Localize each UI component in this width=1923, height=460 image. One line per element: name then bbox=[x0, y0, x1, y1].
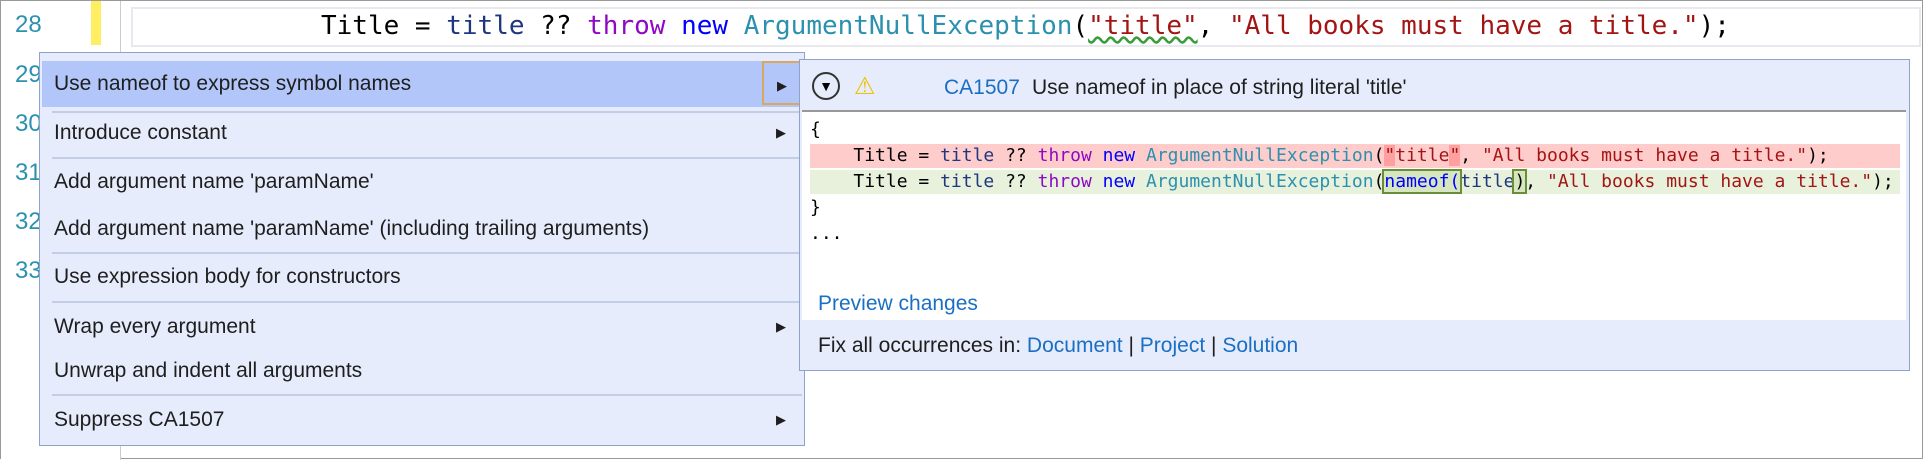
submenu-arrow-icon[interactable]: ▶ bbox=[762, 61, 802, 105]
line-number: 28 bbox=[15, 11, 42, 38]
preview-changes-link[interactable]: Preview changes bbox=[818, 292, 978, 316]
line-number: 31 bbox=[15, 159, 42, 186]
code-line: { bbox=[810, 119, 821, 140]
separator: | bbox=[1211, 334, 1217, 357]
line-number: 30 bbox=[15, 110, 42, 137]
line-number: 32 bbox=[15, 208, 42, 235]
menu-item-add-argument-name-trailing[interactable]: Add argument name 'paramName' (including… bbox=[42, 206, 802, 252]
fix-all-row: Fix all occurrences in: Document | Proje… bbox=[818, 334, 1298, 358]
warning-triangle-icon: ⚠ bbox=[854, 73, 876, 100]
line-number: 33 bbox=[15, 257, 42, 284]
code-line: } bbox=[810, 197, 821, 218]
fix-solution-link[interactable]: Solution bbox=[1222, 334, 1298, 357]
fix-document-link[interactable]: Document bbox=[1027, 334, 1123, 357]
separator bbox=[52, 394, 802, 396]
separator: | bbox=[1128, 334, 1134, 357]
fix-all-label: Fix all occurrences in: bbox=[818, 334, 1022, 357]
code-line: ... bbox=[810, 223, 843, 244]
separator bbox=[52, 301, 802, 303]
preview-panel: ▼ ⚠ CA1507 Use nameof in place of string… bbox=[799, 59, 1910, 371]
fix-project-link[interactable]: Project bbox=[1140, 334, 1205, 357]
removed-line: Title = title ?? throw new ArgumentNullE… bbox=[810, 144, 1900, 168]
rule-id-link[interactable]: CA1507 bbox=[944, 76, 1020, 100]
diagnostic-message: Use nameof in place of string literal 't… bbox=[1032, 76, 1407, 99]
change-indicator bbox=[91, 1, 101, 45]
added-line: Title = title ?? throw new ArgumentNullE… bbox=[810, 169, 1900, 194]
submenu-arrow-icon: ▶ bbox=[776, 125, 786, 140]
menu-item-introduce-constant[interactable]: Introduce constant ▶ bbox=[42, 110, 802, 156]
quick-actions-menu: Use nameof to express symbol names ▶ Intr… bbox=[39, 52, 805, 446]
preview-header: ▼ ⚠ CA1507 Use nameof in place of string… bbox=[800, 60, 1909, 110]
submenu-arrow-icon: ▶ bbox=[776, 412, 786, 427]
chevron-circle-down-icon[interactable]: ▼ bbox=[812, 72, 840, 100]
menu-item-unwrap-arguments[interactable]: Unwrap and indent all arguments bbox=[42, 348, 802, 394]
menu-item-suppress[interactable]: Suppress CA1507 ▶ bbox=[42, 397, 802, 443]
code-line[interactable]: Title = title ?? throw new ArgumentNullE… bbox=[321, 11, 1730, 41]
diagnostic-squiggle: "title" bbox=[1088, 11, 1198, 41]
menu-item-wrap-arguments[interactable]: Wrap every argument ▶ bbox=[42, 304, 802, 350]
menu-item-expression-body[interactable]: Use expression body for constructors bbox=[42, 254, 802, 300]
code-preview: { Title = title ?? throw new ArgumentNul… bbox=[802, 110, 1906, 320]
line-number: 29 bbox=[15, 61, 42, 88]
menu-item-add-argument-name[interactable]: Add argument name 'paramName' bbox=[42, 159, 802, 205]
menu-item-use-nameof[interactable]: Use nameof to express symbol names ▶ bbox=[42, 61, 802, 107]
submenu-arrow-icon: ▶ bbox=[776, 319, 786, 334]
